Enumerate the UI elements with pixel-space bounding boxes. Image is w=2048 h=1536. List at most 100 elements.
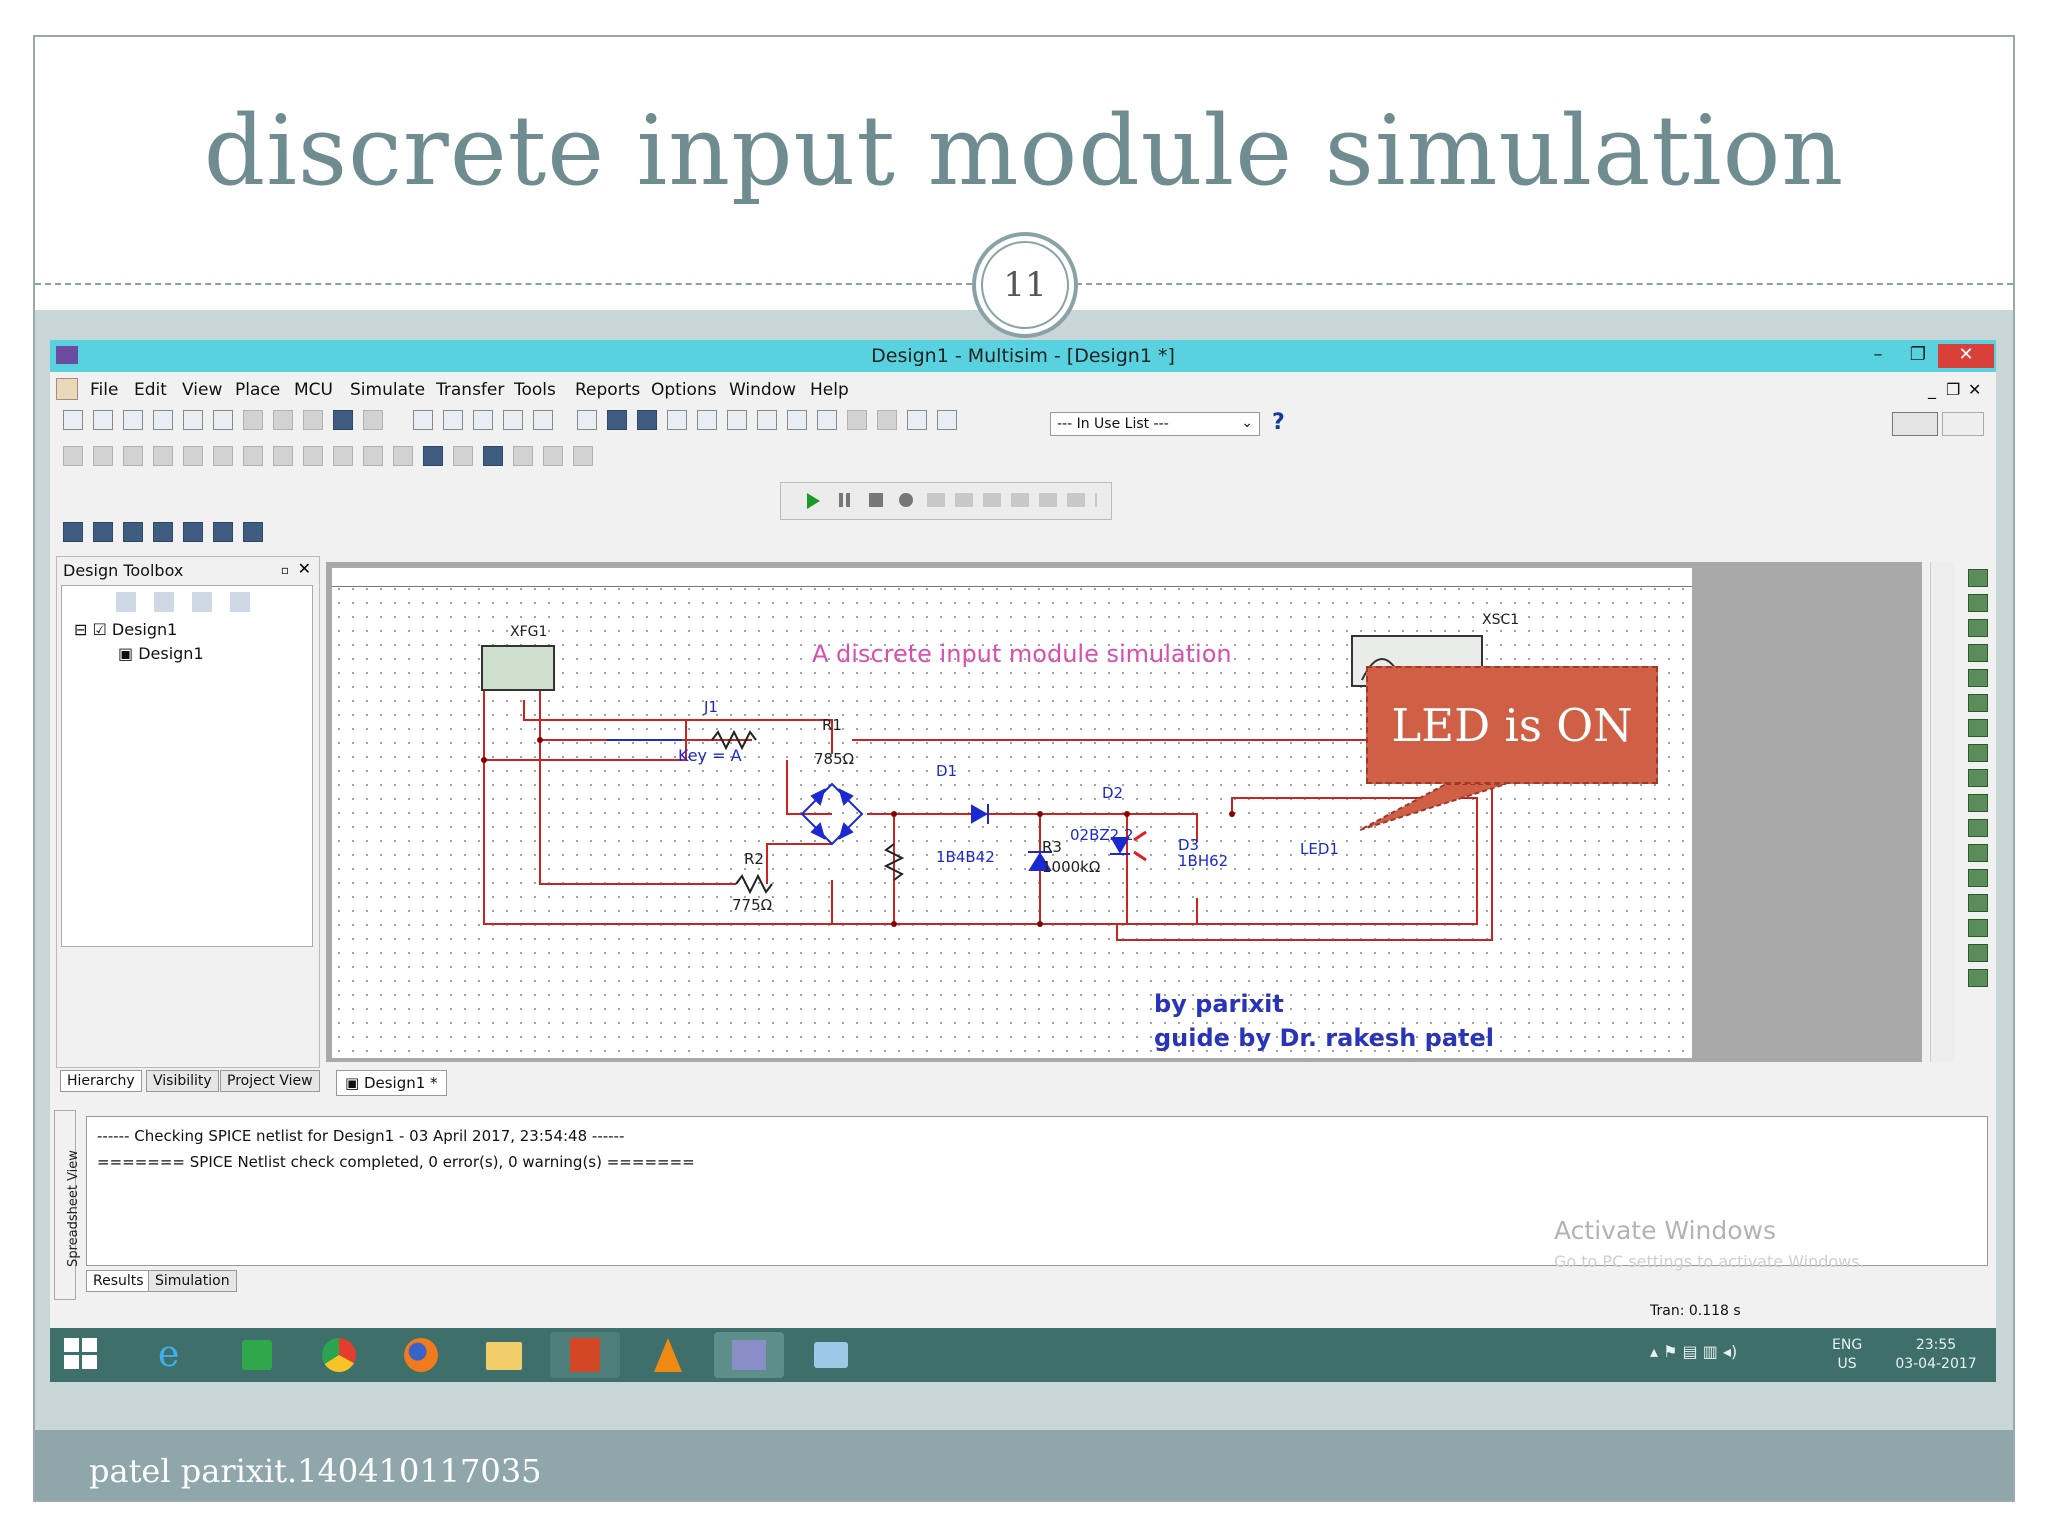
menu-transfer[interactable]: Transfer	[436, 380, 504, 400]
new-icon[interactable]	[63, 410, 83, 430]
zoom-area-icon[interactable]	[503, 410, 524, 430]
forward-annotate-icon[interactable]	[937, 410, 958, 430]
erc-icon[interactable]	[817, 410, 838, 430]
function-generator-icon[interactable]	[1968, 594, 1988, 612]
open-icon[interactable]	[93, 410, 113, 430]
diode-icon[interactable]	[123, 446, 143, 466]
instrument-toggle-icon[interactable]	[1892, 412, 1938, 436]
instrument-5-icon[interactable]	[183, 522, 203, 542]
in-use-list-dropdown[interactable]: --- In Use List --- ⌄	[1050, 412, 1260, 436]
file-explorer-icon[interactable]	[468, 1332, 538, 1378]
tab-simulation[interactable]: Simulation	[148, 1270, 237, 1292]
close-button[interactable]: ✕	[1938, 344, 1994, 368]
electromech-icon[interactable]	[483, 446, 503, 466]
tree-child[interactable]: ▣ Design1	[118, 644, 204, 663]
logic-converter-icon[interactable]	[1968, 769, 1988, 787]
mdi-minimize-icon[interactable]: _	[1928, 380, 1936, 399]
redo-icon[interactable]	[363, 410, 383, 430]
mdi-close-icon[interactable]: ✕	[1968, 380, 1981, 399]
network-analyzer-icon[interactable]	[1968, 894, 1988, 912]
undo-icon[interactable]	[333, 410, 353, 430]
hierarchical-icon[interactable]	[543, 446, 563, 466]
tray-icons[interactable]: ▴ ⚑ ▤ ▥ ◂)	[1650, 1342, 1737, 1361]
instrument-4-icon[interactable]	[153, 522, 173, 542]
bode-plotter-icon[interactable]	[1968, 694, 1988, 712]
instrument-2-icon[interactable]	[93, 522, 113, 542]
save-icon[interactable]	[153, 410, 173, 430]
word-generator-icon[interactable]	[1968, 744, 1988, 762]
transistor-icon[interactable]	[153, 446, 173, 466]
component-wizard-icon[interactable]	[727, 410, 748, 430]
menu-help[interactable]: Help	[810, 380, 849, 400]
wattmeter-icon[interactable]	[1968, 619, 1988, 637]
menu-file[interactable]: File	[90, 380, 118, 400]
tab-visibility[interactable]: Visibility	[146, 1070, 219, 1092]
instrument-3-icon[interactable]	[123, 522, 143, 542]
power-icon[interactable]	[333, 446, 353, 466]
menu-options[interactable]: Options	[651, 380, 717, 400]
ttl-icon[interactable]	[213, 446, 233, 466]
zoom-in-icon[interactable]	[443, 410, 464, 430]
labview-icon[interactable]	[1968, 919, 1988, 937]
instrument-1-icon[interactable]	[63, 522, 83, 542]
logic-analyzer-icon[interactable]	[1968, 794, 1988, 812]
pause-icon[interactable]	[839, 493, 843, 507]
grid-icon[interactable]	[667, 410, 688, 430]
menu-view[interactable]: View	[182, 380, 222, 400]
run-simulation-icon[interactable]	[807, 493, 820, 509]
zoom-out-icon[interactable]	[473, 410, 494, 430]
multimeter-icon[interactable]	[1968, 569, 1988, 587]
restore-button[interactable]: ❐	[1898, 344, 1938, 368]
menu-mcu[interactable]: MCU	[294, 380, 333, 400]
menu-simulate[interactable]: Simulate	[350, 380, 425, 400]
spectrum-analyzer-icon[interactable]	[1968, 869, 1988, 887]
internet-explorer-icon[interactable]: e	[140, 1332, 210, 1378]
spreadsheet-icon[interactable]	[607, 410, 628, 430]
iv-analyzer-icon[interactable]	[1968, 819, 1988, 837]
chrome-icon[interactable]	[304, 1332, 374, 1378]
language-indicator[interactable]: ENG US	[1832, 1336, 1862, 1374]
help-button[interactable]: ?	[1272, 410, 1285, 435]
measurement-probe-icon[interactable]	[1968, 969, 1988, 987]
basic-icon[interactable]	[93, 446, 113, 466]
toolbox-actions-icon[interactable]	[116, 592, 266, 612]
vlc-icon[interactable]	[632, 1332, 702, 1378]
firefox-icon[interactable]	[386, 1332, 456, 1378]
cmos-icon[interactable]	[243, 446, 263, 466]
menu-window[interactable]: Window	[729, 380, 796, 400]
screenshot-app-icon[interactable]	[796, 1332, 866, 1378]
menu-place[interactable]: Place	[235, 380, 280, 400]
minimize-button[interactable]: –	[1858, 344, 1898, 368]
probe-tools-icon[interactable]	[927, 493, 1097, 507]
frequency-counter-icon[interactable]	[1968, 719, 1988, 737]
schematic-canvas[interactable]: XFG1 XSC1 A discrete input module simula…	[332, 568, 1692, 1058]
find-icon[interactable]	[577, 410, 598, 430]
source-icon[interactable]	[63, 446, 83, 466]
open-sample-icon[interactable]	[123, 410, 143, 430]
database-icon[interactable]	[697, 410, 718, 430]
panel-close-icon[interactable]: ✕	[298, 559, 311, 578]
distortion-analyzer-icon[interactable]	[1968, 844, 1988, 862]
capture-icon[interactable]	[847, 410, 868, 430]
mixed-icon[interactable]	[273, 446, 293, 466]
fullscreen-icon[interactable]	[413, 410, 434, 430]
tree-root[interactable]: ⊟ ☑ Design1	[74, 620, 177, 639]
canvas-vertical-scrollbar[interactable]	[1930, 562, 1955, 1062]
grapher-icon[interactable]	[757, 410, 778, 430]
mdi-restore-icon[interactable]: ❐	[1946, 380, 1960, 399]
panel-toggle-icon[interactable]	[1942, 412, 1984, 436]
cut-icon[interactable]	[243, 410, 263, 430]
powerpoint-icon[interactable]	[550, 1332, 620, 1378]
tab-results[interactable]: Results	[86, 1270, 151, 1292]
paste-icon[interactable]	[303, 410, 323, 430]
stop-icon[interactable]	[869, 493, 883, 507]
pin-icon[interactable]: ▫	[281, 563, 289, 577]
menu-tools[interactable]: Tools	[514, 380, 556, 400]
bus-icon[interactable]	[573, 446, 593, 466]
instrument-7-icon[interactable]	[243, 522, 263, 542]
menu-edit[interactable]: Edit	[134, 380, 167, 400]
store-icon[interactable]	[222, 1332, 292, 1378]
postprocessor-icon[interactable]	[787, 410, 808, 430]
instrument-6-icon[interactable]	[213, 522, 233, 542]
document-tab-design1[interactable]: ▣ Design1 *	[336, 1070, 447, 1096]
